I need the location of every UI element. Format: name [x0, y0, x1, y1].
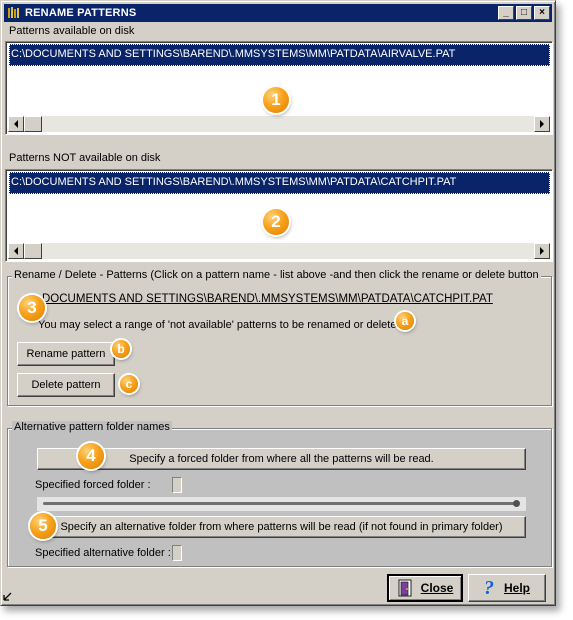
close-button-label: Close — [420, 581, 454, 595]
help-icon: ? — [483, 576, 494, 599]
callout-badge: c — [120, 375, 138, 393]
close-icon: × — [539, 7, 545, 18]
not-available-patterns-label: Patterns NOT available on disk — [9, 152, 161, 164]
alternative-folder-value — [172, 545, 182, 561]
window-title: RENAME PATTERNS — [25, 7, 137, 19]
forced-folder-value — [172, 477, 182, 493]
callout-badge: 2 — [263, 209, 289, 235]
forced-folder-button[interactable]: Specify a forced folder from where all t… — [37, 448, 526, 470]
minimize-icon: _ — [503, 7, 509, 18]
close-button[interactable]: Close — [387, 574, 463, 602]
arrow-right-icon — [540, 247, 544, 255]
scroll-thumb[interactable] — [24, 243, 42, 259]
scroll-left-button[interactable] — [8, 116, 24, 132]
rename-delete-group-title: Rename / Delete - Patterns (Click on a p… — [12, 269, 541, 281]
forced-folder-label: Specified forced folder : — [35, 479, 151, 491]
callout-badge: 4 — [78, 443, 104, 469]
arrow-right-icon — [540, 120, 544, 128]
delete-pattern-button[interactable]: Delete pattern — [17, 373, 115, 397]
available-patterns-label: Patterns available on disk — [9, 25, 135, 37]
resize-grip-icon[interactable] — [3, 591, 13, 601]
callout-badge: 5 — [30, 513, 56, 539]
rename-delete-group: Rename / Delete - Patterns (Click on a p… — [7, 269, 552, 406]
app-icon — [7, 6, 21, 20]
alternative-folders-group-title: Alternative pattern folder names — [12, 421, 172, 433]
help-button-label: Help — [503, 581, 530, 595]
not-available-list-scrollbar[interactable] — [8, 243, 550, 259]
maximize-icon: □ — [520, 7, 528, 18]
title-bar[interactable]: RENAME PATTERNS _ □ × — [4, 4, 552, 22]
callout-badge: b — [112, 340, 130, 358]
scroll-right-button[interactable] — [534, 243, 550, 259]
selected-pattern-path: DOCUMENTS AND SETTINGS\BAREND\.MMSYSTEMS… — [42, 293, 493, 305]
scroll-left-button[interactable] — [8, 243, 24, 259]
callout-badge: 3 — [19, 295, 45, 321]
close-window-button[interactable]: × — [534, 6, 550, 20]
available-list-scrollbar[interactable] — [8, 116, 550, 132]
door-icon — [397, 579, 413, 597]
alternative-folders-group: Alternative pattern folder names Specify… — [7, 421, 552, 567]
callout-badge: 1 — [263, 87, 289, 113]
callout-badge: a — [396, 312, 414, 330]
list-item[interactable]: C:\DOCUMENTS AND SETTINGS\BAREND\.MMSYST… — [9, 172, 550, 194]
not-available-patterns-list[interactable]: C:\DOCUMENTS AND SETTINGS\BAREND\.MMSYST… — [5, 169, 553, 262]
alternative-folder-button[interactable]: Specify an alternative folder from where… — [37, 516, 526, 538]
list-item[interactable]: C:\DOCUMENTS AND SETTINGS\BAREND\.MMSYST… — [9, 44, 550, 66]
folder-slider-track[interactable] — [37, 497, 526, 511]
help-button[interactable]: ? Help — [468, 574, 546, 602]
scroll-right-button[interactable] — [534, 116, 550, 132]
folder-slider-handle[interactable] — [513, 500, 520, 507]
maximize-button[interactable]: □ — [516, 6, 532, 20]
available-patterns-list[interactable]: C:\DOCUMENTS AND SETTINGS\BAREND\.MMSYST… — [5, 41, 553, 135]
arrow-left-icon — [14, 120, 18, 128]
scroll-thumb[interactable] — [24, 116, 42, 132]
rename-pattern-button[interactable]: Rename pattern — [17, 342, 115, 366]
arrow-left-icon — [14, 247, 18, 255]
selection-hint: You may select a range of 'not available… — [38, 319, 403, 331]
rename-patterns-window: RENAME PATTERNS _ □ × Patterns available… — [0, 0, 556, 606]
alternative-folder-label: Specified alternative folder : — [35, 547, 171, 559]
folder-slider-groove — [43, 502, 518, 505]
minimize-button[interactable]: _ — [498, 6, 514, 20]
